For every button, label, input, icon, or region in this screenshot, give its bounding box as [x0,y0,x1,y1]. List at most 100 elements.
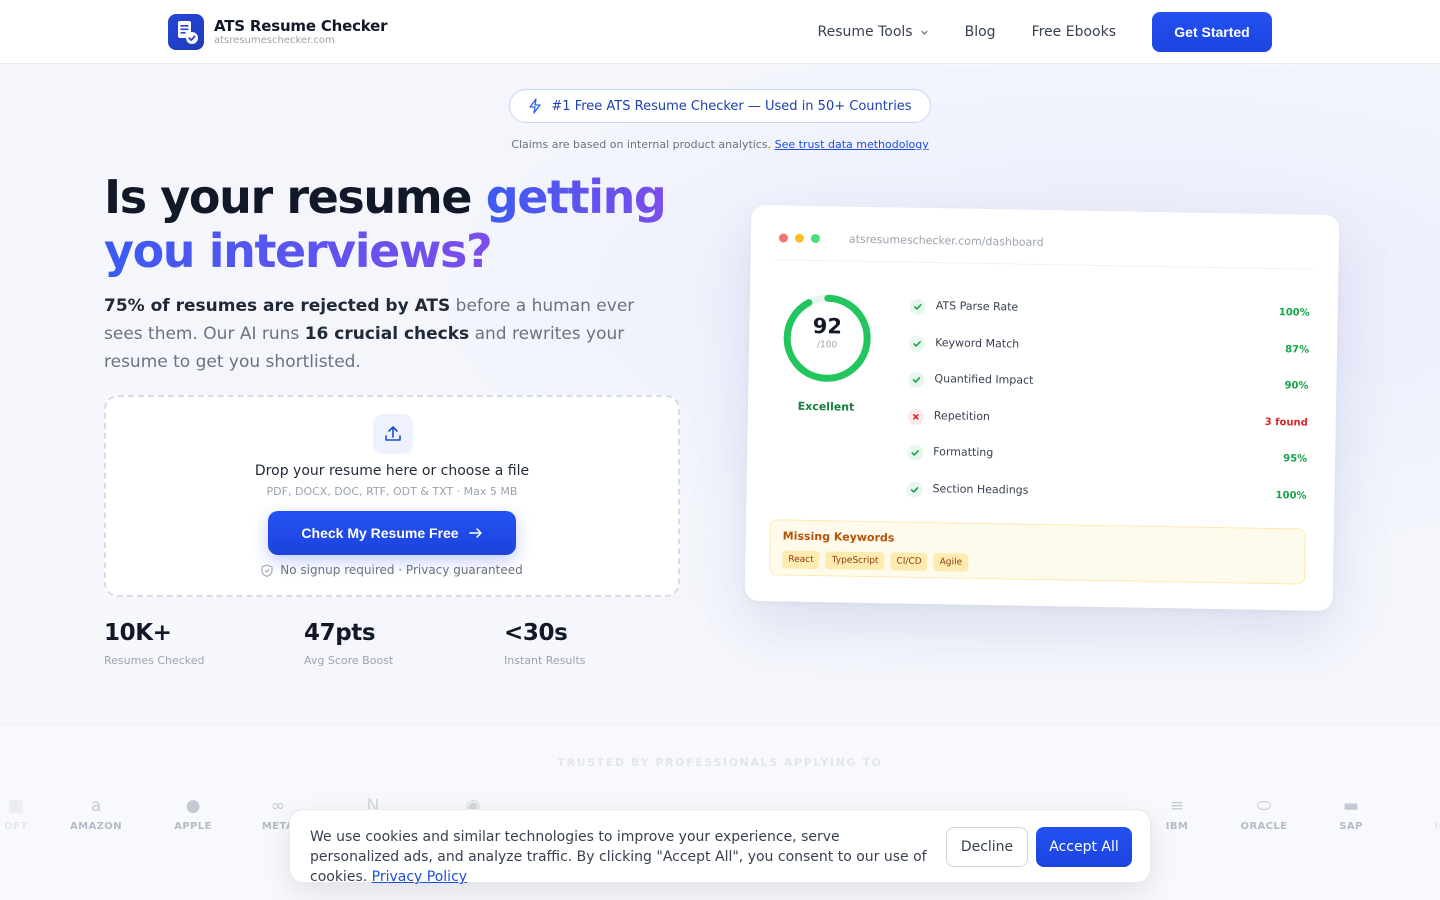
top-nav: ATS Resume Checker atsresumeschecker.com… [0,0,1440,64]
check-value: 87% [1285,343,1310,356]
brand-name: ATS Resume Checker [214,16,388,35]
hero-headline: Is your resume getting you interviews? [104,170,704,278]
sub-bold-2: 16 crucial checks [304,324,470,344]
window-minimize-dot [794,233,805,243]
company-logo: ▬ SAP [1311,793,1391,832]
check-icon [908,335,926,352]
hero-badge-text: #1 Free ATS Resume Checker — Used in 50+… [551,98,912,114]
nav-resume-tools-label: Resume Tools [817,24,913,40]
score-denominator: /100 [816,340,838,351]
brand-logo-icon [168,14,204,50]
nav-blog-link[interactable]: Blog [965,24,996,40]
chevron-down-icon [920,30,928,35]
check-value: 95% [1283,453,1308,465]
headline-plain: Is your resume [104,170,486,224]
dashboard-url: atsresumeschecker.com/dashboard [848,232,1044,250]
missing-keywords-chips: React TypeScript CI/CD Agile [782,550,974,572]
privacy-text: No signup required · Privacy guaranteed [280,563,523,577]
score-label: Excellent [797,399,855,414]
check-value: 100% [1275,489,1307,502]
check-icon [906,481,923,498]
lightning-icon [529,98,542,114]
headline-highlight-2: you interviews? [104,224,493,278]
company-logo: ▦ OFT [0,793,56,832]
check-resume-label: Check My Resume Free [301,525,459,541]
privacy-policy-link[interactable]: Privacy Policy [372,869,467,885]
nav-free-ebooks-link[interactable]: Free Ebooks [1032,24,1116,40]
x-icon [907,408,924,425]
sap-icon: ▬ [1342,796,1360,816]
company-logo: ◌ INTE [1408,793,1440,832]
trusted-title: TRUSTED BY PROFESSIONALS APPLYING TO [557,756,883,769]
cookie-banner: We use cookies and similar technologies … [289,809,1151,885]
headline-highlight-1: getting [485,170,667,224]
company-logo-name: SAP [1339,821,1363,832]
accept-cookies-button[interactable]: Accept All [1036,827,1132,867]
check-name: Formatting [933,445,994,460]
company-logo-name: INTE [1434,821,1440,832]
check-row: Section Headings 100% [906,478,1307,521]
check-value: 90% [1284,380,1309,392]
claims-text: Claims are based on internal product ana… [511,138,772,151]
shield-icon [261,563,273,577]
apple-icon: ● [185,796,201,816]
check-value: 100% [1278,307,1310,319]
missing-keywords-panel: Missing Keywords React TypeScript CI/CD Agi… [769,519,1306,585]
check-name: Keyword Match [935,335,1020,351]
get-started-button[interactable]: Get Started [1152,12,1272,52]
check-name: Repetition [933,408,991,423]
trust-methodology-link[interactable]: See trust data methodology [775,138,929,151]
cookie-message: We use cookies and similar technologies … [310,827,930,887]
keyword-chip: CI/CD [890,552,928,572]
brand-home-link[interactable]: ATS Resume Checker atsresumeschecker.com [168,14,388,50]
keyword-chip: Agile [933,553,969,572]
score-value: 92 [812,313,843,339]
company-logo-name: AMAZON [70,821,122,832]
privacy-note: No signup required · Privacy guaranteed [106,563,678,577]
stat-value: <30s [504,620,568,646]
intel-icon: ◌ [1408,793,1440,819]
stat-label: Resumes Checked [104,654,205,667]
stat-instant-results: <30s Instant Results [504,620,586,667]
company-logo: ● APPLE [153,793,233,832]
claims-note: Claims are based on internal product ana… [0,138,1440,151]
company-logo-name: ORACLE [1240,821,1288,832]
dashboard-preview: atsresumeschecker.com/dashboard 92 /100 … [744,204,1340,612]
stat-label: Instant Results [504,654,586,667]
stat-value: 10K+ [104,620,172,646]
oracle-icon: ⬭ [1256,796,1272,816]
keyword-chip: React [782,550,820,570]
dropzone-formats: PDF, DOCX, DOC, RTF, ODT & TXT · Max 5 M… [266,485,518,498]
upload-icon [373,414,413,454]
stat-resumes-checked: 10K+ Resumes Checked [104,620,205,667]
dashboard-divider [774,259,1315,270]
check-icon [909,298,926,315]
company-logo: a AMAZON [56,793,136,832]
resume-dropzone[interactable]: Drop your resume here or choose a file P… [104,395,680,597]
amazon-icon: a [90,796,102,816]
company-logo: ⬭ ORACLE [1224,793,1304,832]
check-name: ATS Parse Rate [935,299,1019,314]
dropzone-title: Drop your resume here or choose a file [254,463,530,479]
company-logo-name: OFT [4,821,28,832]
decline-cookies-button[interactable]: Decline [946,827,1028,867]
microsoft-icon: ▦ [7,796,25,816]
nav-resume-tools-dropdown[interactable]: Resume Tools [818,24,929,40]
stat-avg-score-boost: 47pts Avg Score Boost [304,620,393,667]
arrow-right-icon [468,528,482,538]
hero-subtitle: 75% of resumes are rejected by ATS befor… [104,292,674,376]
check-resume-button[interactable]: Check My Resume Free [268,511,516,555]
stat-label: Avg Score Boost [304,654,394,667]
brand-url: atsresumeschecker.com [214,34,335,46]
missing-keywords-title: Missing Keywords [782,529,895,545]
window-close-dot [778,233,789,243]
hero-badge: #1 Free ATS Resume Checker — Used in 50+… [509,89,931,123]
keyword-chip: TypeScript [825,551,885,571]
stat-value: 47pts [304,620,376,646]
nav-links: Resume Tools Blog Free Ebooks Get Starte… [818,12,1272,52]
check-value: 3 found [1264,416,1308,429]
check-icon [908,371,925,388]
score-ring: 92 /100 [780,291,874,385]
window-maximize-dot [810,233,821,244]
company-logo-name: APPLE [174,821,212,832]
